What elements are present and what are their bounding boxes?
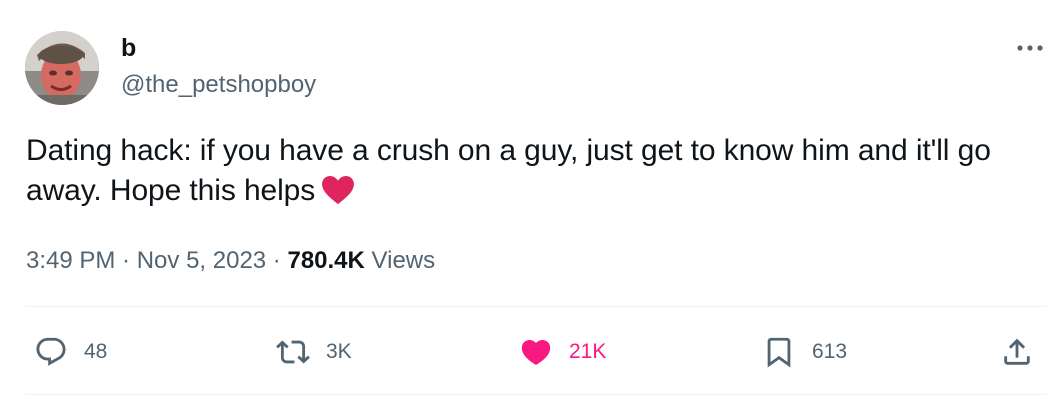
tweet-text-content: Dating hack: if you have a crush on a gu… [26,134,991,207]
reply-button[interactable]: 48 [34,333,107,371]
bookmark-button[interactable]: 613 [762,333,847,371]
meta-separator: · [266,247,288,274]
divider-bottom [26,394,1046,395]
reply-count: 48 [84,340,108,363]
heart-filled-icon [521,339,551,365]
meta-separator: · [115,247,137,274]
repost-arrows-icon [276,340,310,364]
repost-count: 3K [326,340,352,363]
repost-button[interactable]: 3K [276,333,352,371]
divider-top [26,306,1046,307]
author-handle[interactable]: @the_petshopboy [121,70,316,100]
like-button[interactable]: 21K [519,333,606,371]
share-upload-icon [1004,338,1030,365]
red-heart-emoji-icon [322,175,355,205]
like-count: 21K [569,340,607,363]
avatar[interactable] [25,31,99,105]
author-display-name[interactable]: b [121,33,136,63]
tweet-metadata: 3:49 PM · Nov 5, 2023 · 780.4K Views [26,245,435,277]
views-label: Views [371,247,436,274]
bookmark-icon [767,337,791,368]
tweet-time[interactable]: 3:49 PM [26,247,115,274]
tweet-date[interactable]: Nov 5, 2023 [137,247,266,274]
tweet-text: Dating hack: if you have a crush on a gu… [26,131,1046,211]
reply-bubble-icon [36,337,66,366]
tweet-card: b @the_petshopboy Dating hack: if you ha… [0,0,1064,402]
views-count[interactable]: 780.4K [287,247,364,274]
more-options-button[interactable] [1012,34,1048,62]
share-button[interactable] [1000,333,1034,371]
bookmark-count: 613 [812,340,848,363]
avatar-image [25,31,99,105]
more-dots-icon [1017,45,1043,51]
